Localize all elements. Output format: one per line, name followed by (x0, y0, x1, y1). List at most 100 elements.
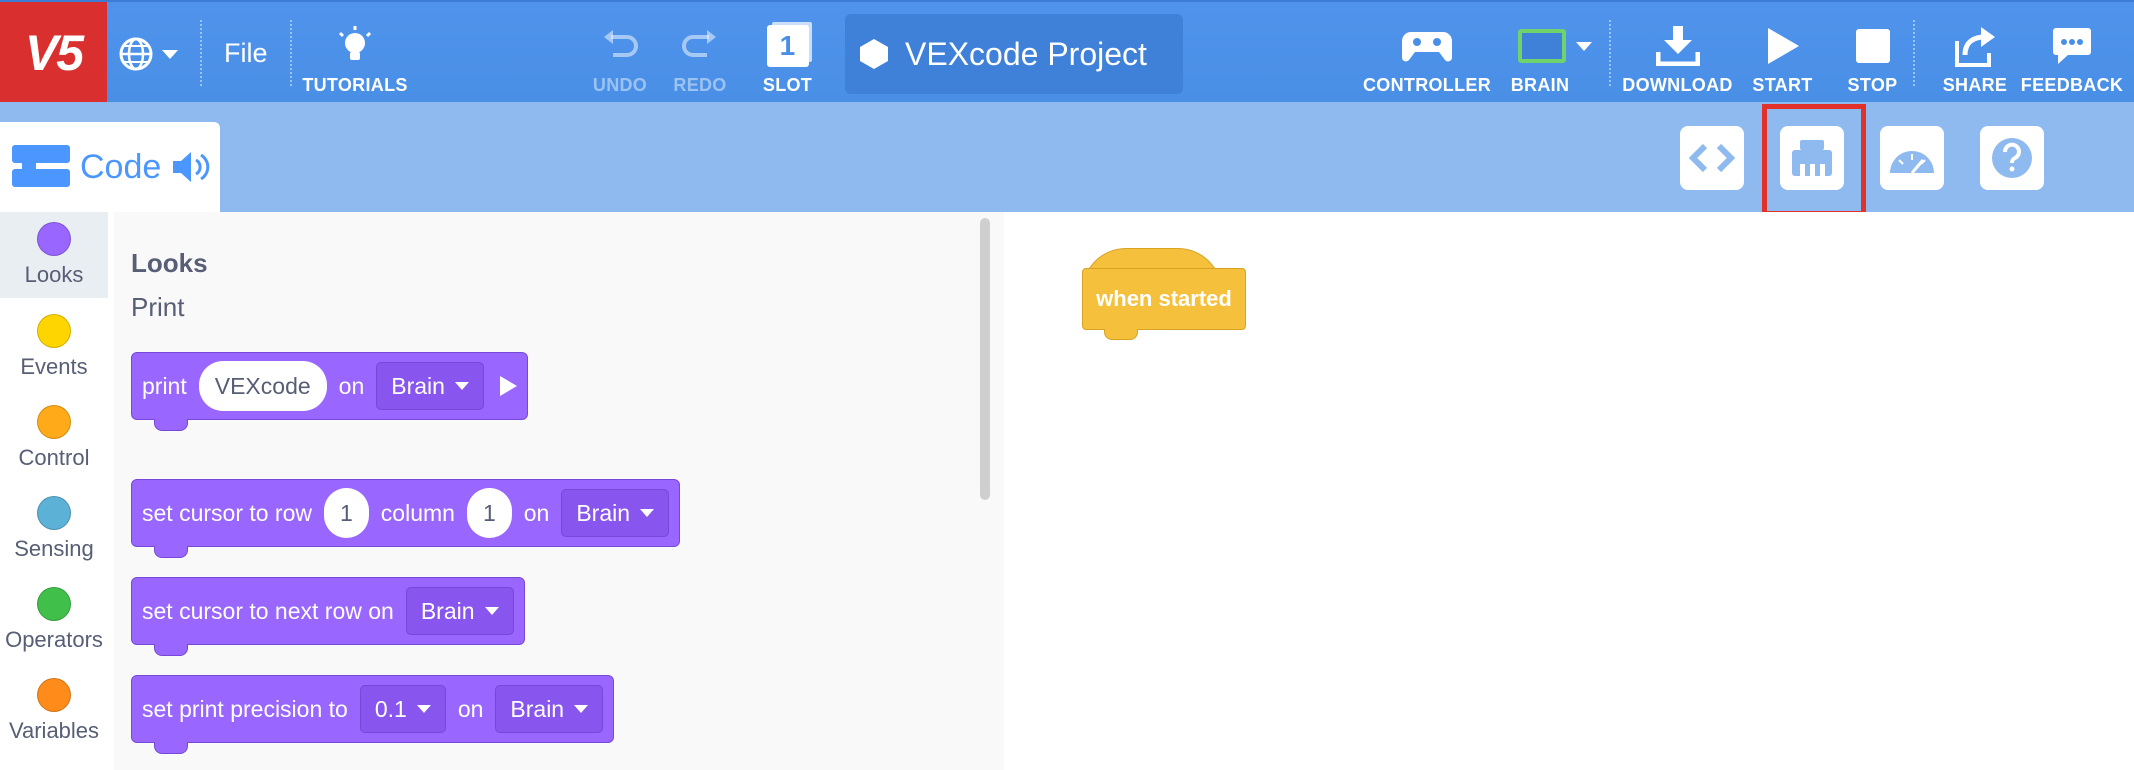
tutorials-button[interactable]: TUTORIALS (300, 16, 410, 96)
file-menu[interactable]: File (224, 38, 268, 69)
project-name: VEXcode Project (905, 35, 1147, 72)
dropdown-value: Brain (576, 499, 631, 526)
caret-down-icon (640, 509, 655, 517)
category-label: Variables (8, 718, 100, 743)
block-text: set print precision to (142, 695, 348, 722)
dropdown-value: Brain (510, 695, 565, 722)
feedback-button[interactable]: FEEDBACK (2021, 16, 2123, 96)
sensing-dot-icon (37, 496, 71, 530)
block-notch (1104, 329, 1138, 340)
caret-down-icon (416, 705, 431, 713)
download-button[interactable]: DOWNLOAD (1615, 16, 1740, 96)
when-started-block[interactable]: when started (1082, 248, 1246, 340)
print-precision-block[interactable]: set print precision to 0.1 on Brain (131, 675, 615, 754)
category-operators[interactable]: Operators (0, 577, 108, 663)
redo-label: REDO (673, 75, 727, 95)
palette-scrollbar[interactable] (980, 218, 990, 500)
redo-button[interactable]: REDO (665, 16, 735, 96)
controller-button[interactable]: CONTROLLER (1362, 16, 1492, 96)
looks-dot-icon (37, 222, 71, 256)
block-text: on (338, 372, 365, 399)
controller-label: CONTROLLER (1363, 75, 1491, 95)
undo-button[interactable]: UNDO (585, 16, 655, 96)
lightbulb-icon (338, 26, 372, 60)
hexagon-icon (860, 39, 888, 69)
stop-button[interactable]: STOP (1835, 16, 1910, 96)
category-control[interactable]: Control (0, 395, 108, 481)
dashboard-button[interactable] (1880, 126, 1944, 190)
print-block[interactable]: print VEXcode on Brain (131, 352, 528, 431)
hat-body: when started (1082, 268, 1246, 330)
dropdown-value: Brain (420, 597, 475, 624)
project-name-field[interactable]: VEXcode Project (845, 14, 1183, 94)
category-looks[interactable]: Looks (0, 212, 108, 298)
redo-icon (682, 30, 716, 57)
row-input[interactable]: 1 (324, 488, 369, 538)
divider (1913, 20, 1915, 86)
chevron-down-icon (162, 49, 178, 59)
code-viewer-button[interactable] (1680, 126, 1744, 190)
next-row-target-dropdown[interactable]: Brain (405, 587, 514, 635)
next-row-block[interactable]: set cursor to next row on Brain (131, 577, 525, 656)
speaker-icon[interactable] (171, 150, 211, 184)
brain-icon (1518, 29, 1566, 63)
share-icon (1955, 27, 1995, 67)
set-cursor-block[interactable]: set cursor to row 1 column 1 on Brain (131, 479, 681, 558)
start-button[interactable]: START (1745, 16, 1820, 96)
block-notch (154, 742, 188, 754)
variables-dot-icon (37, 678, 71, 712)
top-toolbar: V5 File TUTORIALS UNDO REDO 1 SLOT VEXco… (0, 0, 2134, 104)
share-button[interactable]: SHARE (1935, 16, 2015, 96)
devices-highlight-box (1762, 104, 1866, 216)
start-label: START (1752, 75, 1813, 95)
category-label: Looks (24, 262, 84, 287)
caret-down-icon (454, 382, 469, 390)
dashboard-icon (1890, 151, 1934, 174)
category-label: Events (20, 354, 88, 379)
brain-button[interactable]: BRAIN (1500, 16, 1610, 96)
language-menu[interactable] (118, 32, 192, 76)
print-target-dropdown[interactable]: Brain (376, 362, 484, 410)
block-notch (154, 546, 188, 558)
undo-icon (604, 30, 638, 57)
palette-section-title: Looks (131, 248, 208, 278)
help-icon (1992, 138, 2032, 178)
chevron-down-icon (1576, 41, 1592, 51)
globe-icon (119, 37, 153, 71)
caret-down-icon (484, 607, 499, 615)
code-tab-label: Code (80, 147, 162, 186)
caret-down-icon (574, 705, 589, 713)
category-menu: Looks Events Control Sensing Operators V… (0, 212, 114, 770)
column-input[interactable]: 1 (466, 488, 512, 538)
logo-text: V5 (24, 25, 84, 81)
slot-number: 1 (779, 30, 796, 61)
print-value-input[interactable]: VEXcode (198, 361, 327, 411)
palette-subsection-title: Print (131, 292, 185, 322)
code-tab[interactable]: Code (0, 122, 220, 212)
brain-label: BRAIN (1510, 75, 1570, 95)
run-block-icon[interactable] (499, 376, 517, 396)
precision-dropdown[interactable]: 0.1 (359, 685, 446, 733)
share-label: SHARE (1942, 75, 2008, 95)
block-text: set cursor to row (142, 499, 312, 526)
category-label: Operators (5, 627, 103, 652)
controller-icon (1402, 32, 1452, 62)
help-button[interactable] (1980, 126, 2044, 190)
divider (200, 20, 202, 86)
feedback-icon (2053, 28, 2091, 64)
undo-label: UNDO (592, 75, 648, 95)
vex-logo[interactable]: V5 (0, 2, 107, 104)
category-events[interactable]: Events (0, 304, 108, 390)
hat-label: when started (1096, 286, 1232, 311)
precision-target-dropdown[interactable]: Brain (495, 685, 604, 733)
slot-button[interactable]: 1 SLOT (750, 16, 825, 96)
category-variables[interactable]: Variables (0, 668, 108, 754)
category-sensing[interactable]: Sensing (0, 486, 108, 572)
dropdown-value: 0.1 (374, 695, 407, 722)
set-cursor-target-dropdown[interactable]: Brain (561, 489, 670, 537)
blocks-icon (12, 145, 70, 187)
block-notch (154, 644, 188, 656)
block-notch (154, 419, 188, 431)
slot-label: SLOT (762, 75, 813, 95)
divider (1609, 20, 1611, 86)
